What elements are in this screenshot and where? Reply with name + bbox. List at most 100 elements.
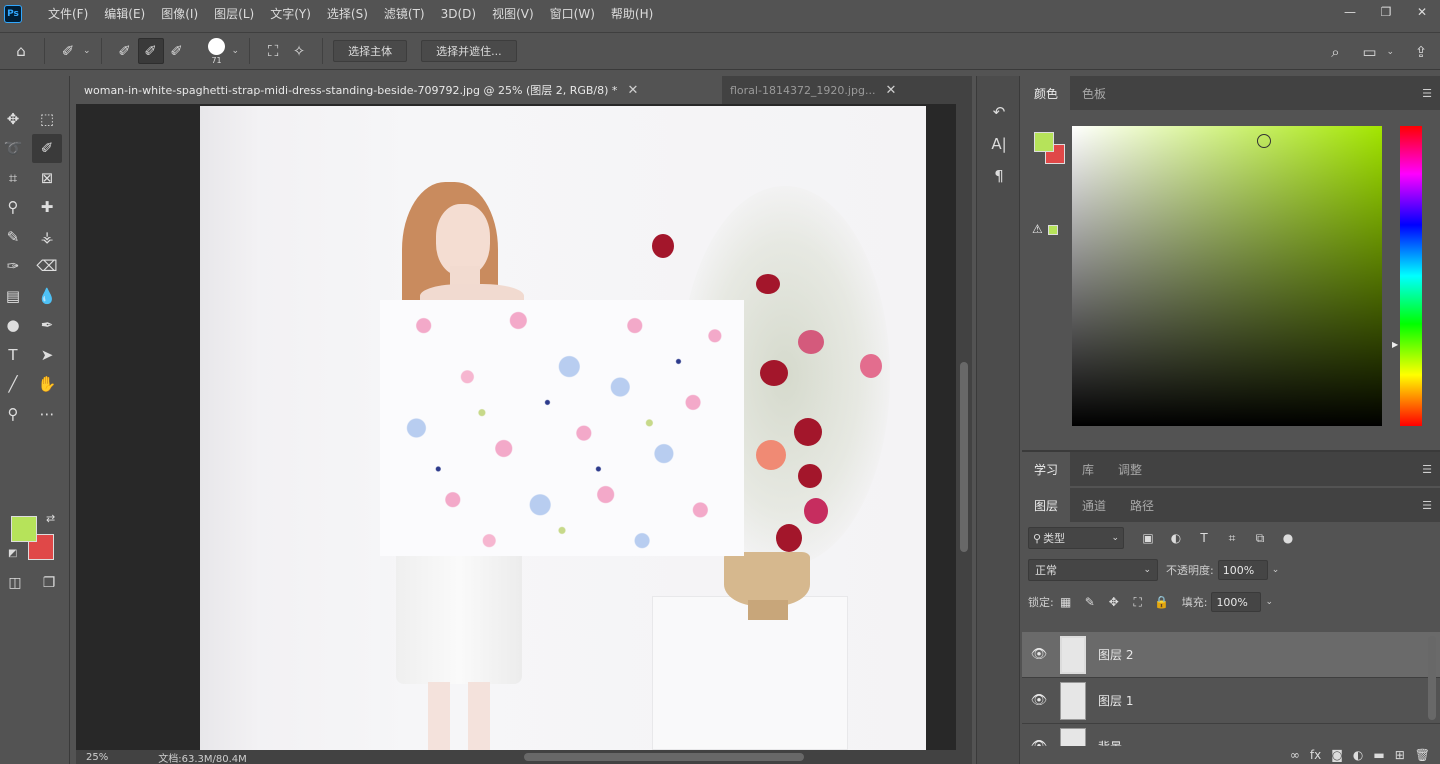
filter-toggle-icon[interactable]: ●	[1278, 528, 1298, 548]
blend-mode-select[interactable]: 正常 ⌄	[1028, 559, 1158, 581]
vertical-scroll-thumb[interactable]	[960, 362, 968, 552]
document-canvas[interactable]	[200, 106, 926, 750]
menu-view[interactable]: 视图(V)	[484, 0, 542, 28]
eyedropper-tool-icon[interactable]: ⚲	[0, 193, 28, 223]
hue-slider[interactable]	[1400, 126, 1422, 426]
paragraph-panel-icon[interactable]: ¶	[977, 160, 1021, 192]
tab-channels[interactable]: 通道	[1070, 488, 1118, 522]
layer-style-icon[interactable]: fx	[1310, 748, 1321, 762]
new-group-icon[interactable]: ▬	[1373, 748, 1384, 762]
menu-select[interactable]: 选择(S)	[319, 0, 376, 28]
crop-tool-icon[interactable]: ⌗	[0, 163, 28, 193]
adjustment-layer-icon[interactable]: ◐	[1353, 748, 1363, 762]
saturation-value-field[interactable]	[1072, 126, 1382, 426]
menu-image[interactable]: 图像(I)	[153, 0, 206, 28]
restore-icon[interactable]: ❐	[1368, 0, 1404, 24]
tab-layers[interactable]: 图层	[1022, 488, 1071, 522]
menu-window[interactable]: 窗口(W)	[542, 0, 603, 28]
subtract-from-selection-icon[interactable]: ✐	[164, 38, 190, 64]
swap-colors-icon[interactable]: ⇄	[46, 512, 55, 525]
new-layer-icon[interactable]: ⊞	[1395, 748, 1405, 762]
layers-scroll-thumb[interactable]	[1428, 636, 1436, 720]
floral-pattern-layer[interactable]	[380, 300, 744, 556]
search-icon[interactable]: ⌕	[1322, 39, 1348, 65]
menu-help[interactable]: 帮助(H)	[603, 0, 661, 28]
frame-tool-icon[interactable]: ⊠	[32, 163, 62, 193]
layer-name[interactable]: 图层 2	[1098, 646, 1133, 663]
minimize-icon[interactable]: —	[1332, 0, 1368, 24]
select-and-mask-button[interactable]: 选择并遮住...	[421, 40, 517, 62]
eraser-tool-icon[interactable]: ⌫	[32, 252, 62, 282]
menu-edit[interactable]: 编辑(E)	[96, 0, 153, 28]
layer-row[interactable]: 👁 图层 1	[1022, 678, 1440, 724]
close-icon[interactable]: ✕	[1404, 0, 1440, 24]
type-tool-icon[interactable]: T	[0, 340, 28, 370]
panel-menu-icon[interactable]: ☰	[1422, 87, 1432, 100]
select-subject-button[interactable]: 选择主体	[333, 40, 408, 62]
menu-type[interactable]: 文字(Y)	[262, 0, 319, 28]
tab-adjustments[interactable]: 调整	[1106, 452, 1154, 486]
chevron-down-icon[interactable]: ⌄	[83, 46, 91, 56]
add-mask-icon[interactable]: ◙	[1331, 748, 1343, 762]
tab-color[interactable]: 颜色	[1022, 76, 1071, 110]
menu-3d[interactable]: 3D(D)	[433, 0, 484, 28]
panel-menu-icon[interactable]: ☰	[1422, 499, 1432, 512]
history-brush-tool-icon[interactable]: ✑	[0, 252, 28, 282]
tab-floral-document[interactable]: floral-1814372_1920.jpg... ✕	[722, 76, 922, 104]
fill-field[interactable]: 100%	[1211, 592, 1262, 612]
layer-filter-select[interactable]: ⚲ 类型 ⌄	[1028, 527, 1124, 549]
horizontal-scroll-thumb[interactable]	[524, 753, 804, 761]
lock-position-icon[interactable]: ✥	[1102, 591, 1126, 613]
foreground-color-swatch[interactable]	[11, 516, 37, 542]
layer-thumbnail[interactable]	[1060, 681, 1086, 720]
quick-selection-preset-icon[interactable]: ✐	[55, 38, 81, 64]
zoom-tool-icon[interactable]: ⚲	[0, 399, 28, 429]
workspace-icon[interactable]: ▭	[1356, 39, 1382, 65]
tab-woman-document[interactable]: woman-in-white-spaghetti-strap-midi-dres…	[76, 76, 722, 104]
blur-tool-icon[interactable]: 💧	[32, 281, 62, 311]
vertical-scrollbar[interactable]	[956, 104, 972, 750]
tab-learn[interactable]: 学习	[1022, 452, 1071, 486]
layer-row[interactable]: 👁 图层 2	[1022, 632, 1440, 678]
pixel-filter-icon[interactable]: ▣	[1138, 528, 1158, 548]
add-to-selection-icon[interactable]: ✐	[137, 38, 164, 64]
color-panel-foreground-swatch[interactable]	[1034, 132, 1054, 152]
color-picker-circle[interactable]	[1257, 134, 1271, 148]
healing-brush-tool-icon[interactable]: ✚	[32, 193, 62, 223]
lock-image-icon[interactable]: ✎	[1078, 591, 1102, 613]
adjustment-filter-icon[interactable]: ◐	[1166, 528, 1186, 548]
chevron-down-icon[interactable]: ⌄	[1272, 565, 1280, 575]
lasso-tool-icon[interactable]: ➰	[0, 134, 28, 164]
lock-all-icon[interactable]: 🔒	[1150, 591, 1174, 613]
brush-size-picker[interactable]: 71	[204, 36, 230, 66]
close-tab-icon[interactable]: ✕	[627, 83, 638, 98]
layer-thumbnail[interactable]	[1060, 635, 1086, 674]
sample-all-layers-icon[interactable]: ⛶	[260, 38, 286, 64]
panel-menu-icon[interactable]: ☰	[1422, 463, 1432, 476]
chevron-down-icon[interactable]: ⌄	[1386, 47, 1394, 57]
path-selection-tool-icon[interactable]: ➤	[32, 340, 62, 370]
chevron-down-icon[interactable]: ⌄	[232, 46, 240, 56]
visibility-eye-icon[interactable]: 👁	[1022, 693, 1056, 708]
quick-mask-icon[interactable]: ◫	[2, 572, 28, 594]
menu-filter[interactable]: 滤镜(T)	[376, 0, 433, 28]
tab-paths[interactable]: 路径	[1118, 488, 1166, 522]
line-tool-icon[interactable]: ╱	[0, 370, 28, 400]
menu-file[interactable]: 文件(F)	[40, 0, 96, 28]
visibility-eye-icon[interactable]: 👁	[1022, 647, 1056, 662]
marquee-tool-icon[interactable]: ⬚	[32, 104, 62, 134]
chevron-down-icon[interactable]: ⌄	[1265, 597, 1273, 607]
move-tool-icon[interactable]: ✥	[0, 104, 28, 134]
hand-tool-icon[interactable]: ✋	[32, 370, 62, 400]
link-layers-icon[interactable]: ∞	[1290, 748, 1300, 762]
default-colors-icon[interactable]: ◩	[8, 548, 17, 559]
opacity-field[interactable]: 100%	[1217, 560, 1268, 580]
menu-layer[interactable]: 图层(L)	[206, 0, 262, 28]
more-tools-icon[interactable]: ⋯	[32, 399, 62, 429]
character-panel-icon[interactable]: A|	[977, 128, 1021, 160]
clone-stamp-tool-icon[interactable]: ⚶	[32, 222, 62, 252]
share-icon[interactable]: ⇪	[1408, 39, 1434, 65]
tab-libraries[interactable]: 库	[1070, 452, 1106, 486]
home-icon[interactable]: ⌂	[8, 38, 34, 64]
document-size[interactable]: 文档:63.3M/80.4M	[158, 750, 247, 764]
